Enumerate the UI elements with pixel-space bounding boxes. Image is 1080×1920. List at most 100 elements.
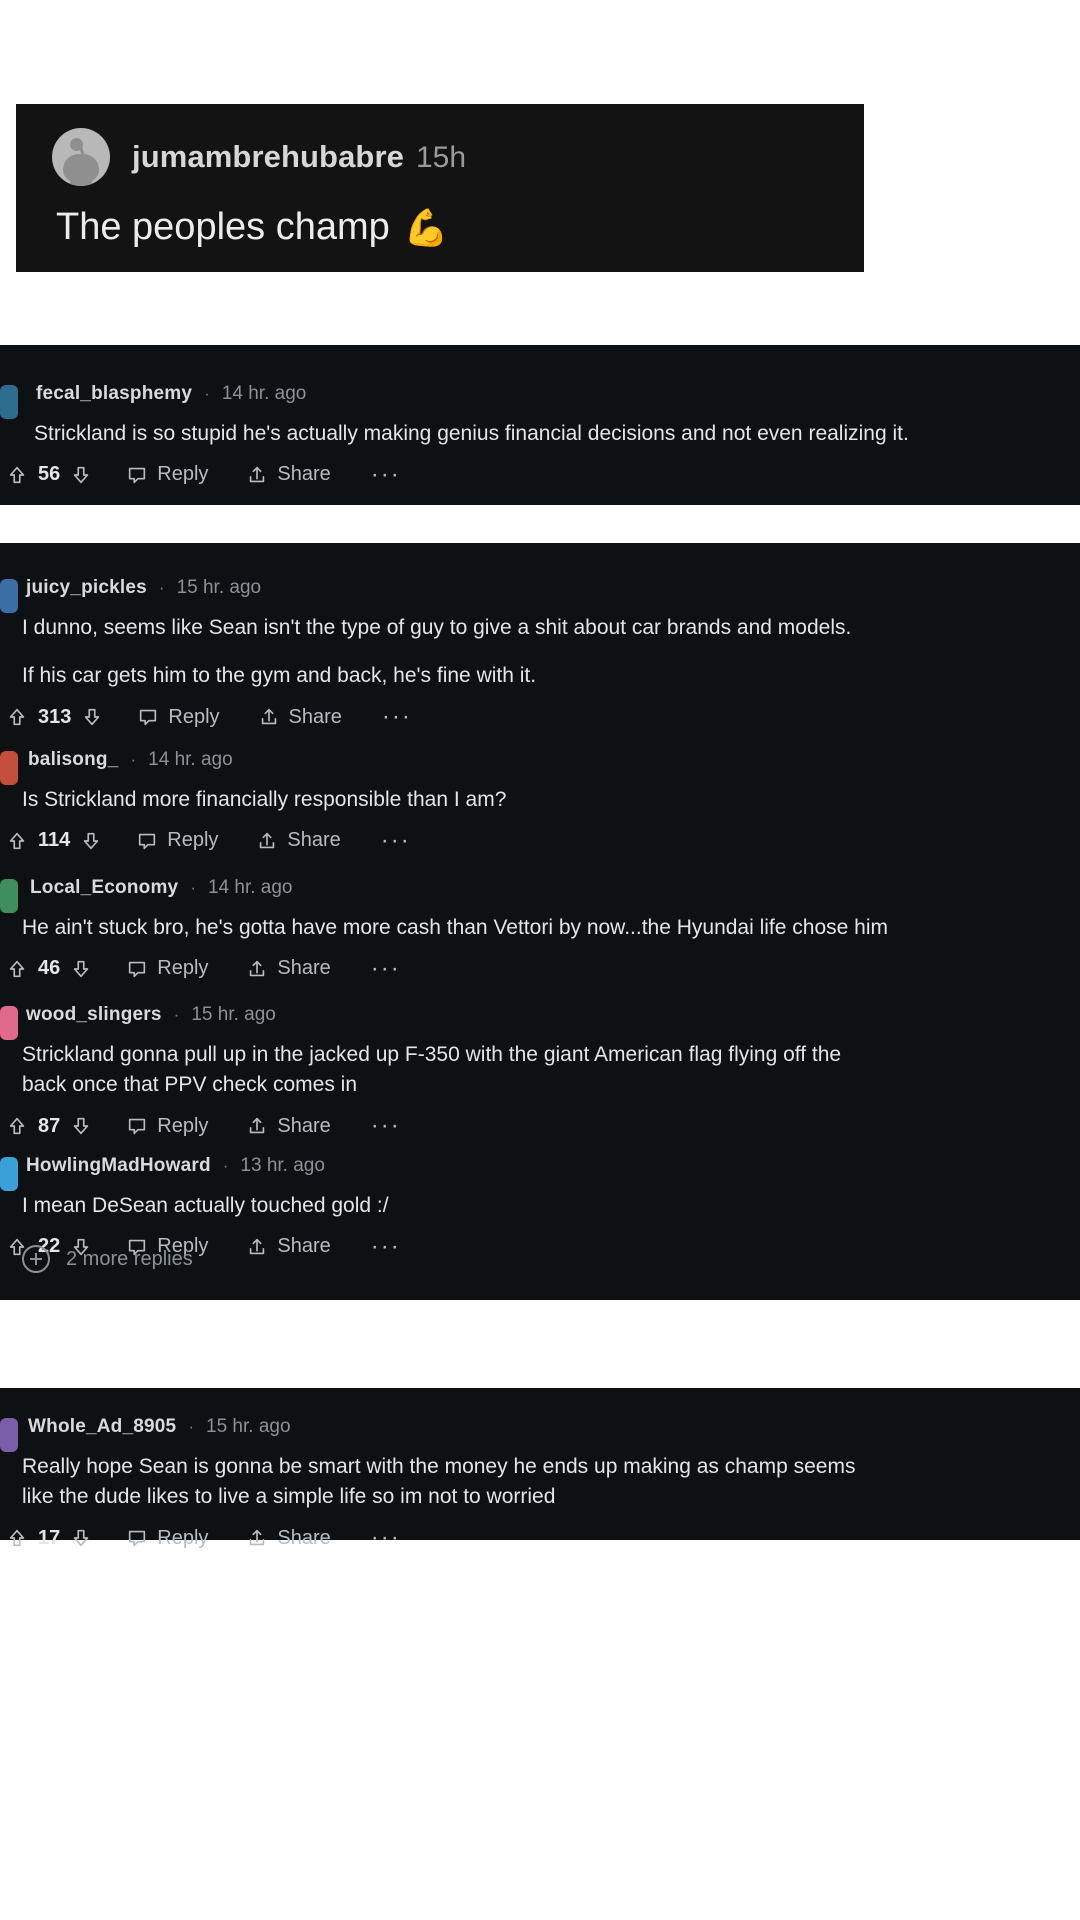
comment-text: He ain't stuck bro, he's gotta have more… [22, 916, 888, 939]
comment-actions: 114 Reply Share ··· [6, 828, 1080, 852]
separator-dot: · [222, 1156, 229, 1175]
reply-label: Reply [157, 957, 209, 980]
share-button[interactable]: Share [246, 1526, 331, 1550]
comment-card-2: fecal_blasphemy · 14 hr. ago Strickland … [0, 345, 1080, 505]
upvote-button[interactable] [6, 1527, 28, 1549]
upvote-button[interactable] [6, 830, 28, 852]
share-button[interactable]: Share [246, 957, 331, 980]
comment-timestamp: 14 hr. ago [148, 749, 233, 770]
comment-timestamp: 13 hr. ago [240, 1155, 325, 1176]
comment-username[interactable]: Whole_Ad_8905 [28, 1416, 176, 1438]
downvote-button[interactable] [70, 1527, 92, 1549]
reddit-snoo-avatar-icon [52, 128, 110, 186]
comment-card-4: Whole_Ad_8905 · 15 hr. ago Really hope S… [0, 1388, 1080, 1550]
upvote-button[interactable] [6, 706, 28, 728]
comment-username[interactable]: balisong_ [28, 749, 118, 771]
comment-header: juicy_pickles · 15 hr. ago [26, 577, 1080, 599]
upvote-button[interactable] [6, 1115, 28, 1137]
separator-dot: · [204, 384, 210, 403]
comment-username[interactable]: fecal_blasphemy [36, 383, 192, 405]
more-options-button[interactable]: ··· [371, 956, 401, 980]
reply-label: Reply [167, 829, 219, 852]
upvote-button[interactable] [6, 464, 28, 486]
upvote-button[interactable] [6, 958, 28, 980]
share-button[interactable]: Share [258, 706, 342, 729]
comment-actions: 87 Reply Share ··· [6, 1114, 1080, 1138]
share-label: Share [277, 463, 331, 486]
share-label: Share [277, 1235, 331, 1258]
separator-dot: · [173, 1005, 180, 1024]
avatar-sliver [0, 879, 18, 913]
comment-header: Whole_Ad_8905 · 15 hr. ago [28, 1416, 1080, 1438]
reply-button[interactable]: Reply [137, 705, 220, 729]
vote-score: 56 [38, 463, 61, 486]
comment-username[interactable]: Local_Economy [30, 877, 178, 899]
reply-button[interactable]: Reply [126, 463, 208, 486]
comment-header: HowlingMadHoward · 13 hr. ago [26, 1155, 1080, 1177]
comment-header: fecal_blasphemy · 14 hr. ago [36, 383, 1080, 405]
comment-username[interactable]: HowlingMadHoward [26, 1155, 211, 1177]
comment-wood-slingers: wood_slingers · 15 hr. ago Strickland go… [0, 1004, 1080, 1138]
comment-timestamp: 14 hr. ago [221, 383, 307, 404]
share-label: Share [277, 1526, 331, 1549]
comment-card-3: juicy_pickles · 15 hr. ago I dunno, seem… [0, 543, 1080, 1300]
downvote-button[interactable] [80, 830, 102, 852]
reply-button[interactable]: Reply [126, 1527, 208, 1550]
comment-balisong: balisong_ · 14 hr. ago Is Strickland mor… [0, 749, 1080, 852]
separator-dot: · [130, 750, 137, 769]
comment-actions: 56 Reply Share ··· [6, 462, 1080, 486]
comment-timestamp: 15 hr. ago [191, 1004, 276, 1025]
comment-header: wood_slingers · 15 hr. ago [26, 1004, 1080, 1026]
downvote-button[interactable] [81, 706, 103, 728]
share-button[interactable]: Share [246, 1114, 331, 1138]
more-replies-button[interactable]: 2 more replies [22, 1245, 193, 1273]
reply-label: Reply [168, 705, 220, 728]
downvote-button[interactable] [70, 464, 92, 486]
vote-score: 114 [38, 829, 71, 852]
share-label: Share [277, 1114, 331, 1137]
share-button[interactable]: Share [246, 1235, 331, 1258]
share-button[interactable]: Share [246, 463, 331, 486]
avatar-sliver [0, 385, 18, 419]
separator-dot: · [188, 1417, 194, 1436]
vote-score: 313 [38, 705, 72, 728]
post-timestamp: 15h [415, 141, 467, 174]
comment-username[interactable]: juicy_pickles [26, 577, 147, 599]
comment-local-economy: Local_Economy · 14 hr. ago He ain't stuc… [0, 877, 1080, 980]
post-username[interactable]: jumambrehubabre [132, 139, 404, 174]
comment-text-2: If his car gets him to the gym and back,… [22, 664, 537, 688]
reply-button[interactable]: Reply [126, 957, 208, 980]
reply-button[interactable]: Reply [136, 829, 218, 852]
avatar-sliver [0, 1006, 18, 1040]
screenshot-page: jumambrehubabre 15h The peoples champ 💪 f… [0, 0, 1080, 1920]
comment-howlingmadhoward: HowlingMadHoward · 13 hr. ago I mean DeS… [0, 1155, 1080, 1258]
share-label: Share [287, 829, 341, 852]
share-button[interactable]: Share [256, 829, 341, 852]
more-options-button[interactable]: ··· [381, 828, 411, 852]
reply-label: Reply [157, 1114, 209, 1137]
vote-score: 87 [38, 1114, 61, 1137]
more-options-button[interactable]: ··· [371, 1114, 401, 1138]
downvote-button[interactable] [70, 958, 92, 980]
comment-timestamp: 14 hr. ago [207, 877, 293, 898]
more-options-button[interactable]: ··· [371, 1234, 401, 1258]
comment-text: I dunno, seems like Sean isn't the type … [22, 616, 852, 639]
more-options-button[interactable]: ··· [371, 1526, 401, 1550]
post-text: The peoples champ [56, 206, 390, 248]
comment-username[interactable]: wood_slingers [26, 1004, 162, 1026]
comment-text: Strickland is so stupid he's actually ma… [34, 422, 909, 445]
avatar-sliver [0, 751, 18, 785]
post-header: jumambrehubabre 15h [16, 104, 864, 186]
reply-label: Reply [157, 1526, 209, 1549]
avatar-sliver [0, 579, 18, 613]
more-options-button[interactable]: ··· [371, 462, 401, 486]
avatar-sliver [0, 1418, 18, 1452]
more-replies-label: 2 more replies [66, 1247, 193, 1270]
vote-score: 46 [38, 957, 61, 980]
post-card: jumambrehubabre 15h The peoples champ 💪 [16, 104, 864, 272]
separator-dot: · [190, 878, 196, 897]
reply-button[interactable]: Reply [126, 1115, 208, 1138]
separator-dot: · [158, 578, 165, 597]
downvote-button[interactable] [70, 1115, 92, 1137]
more-options-button[interactable]: ··· [382, 705, 412, 729]
